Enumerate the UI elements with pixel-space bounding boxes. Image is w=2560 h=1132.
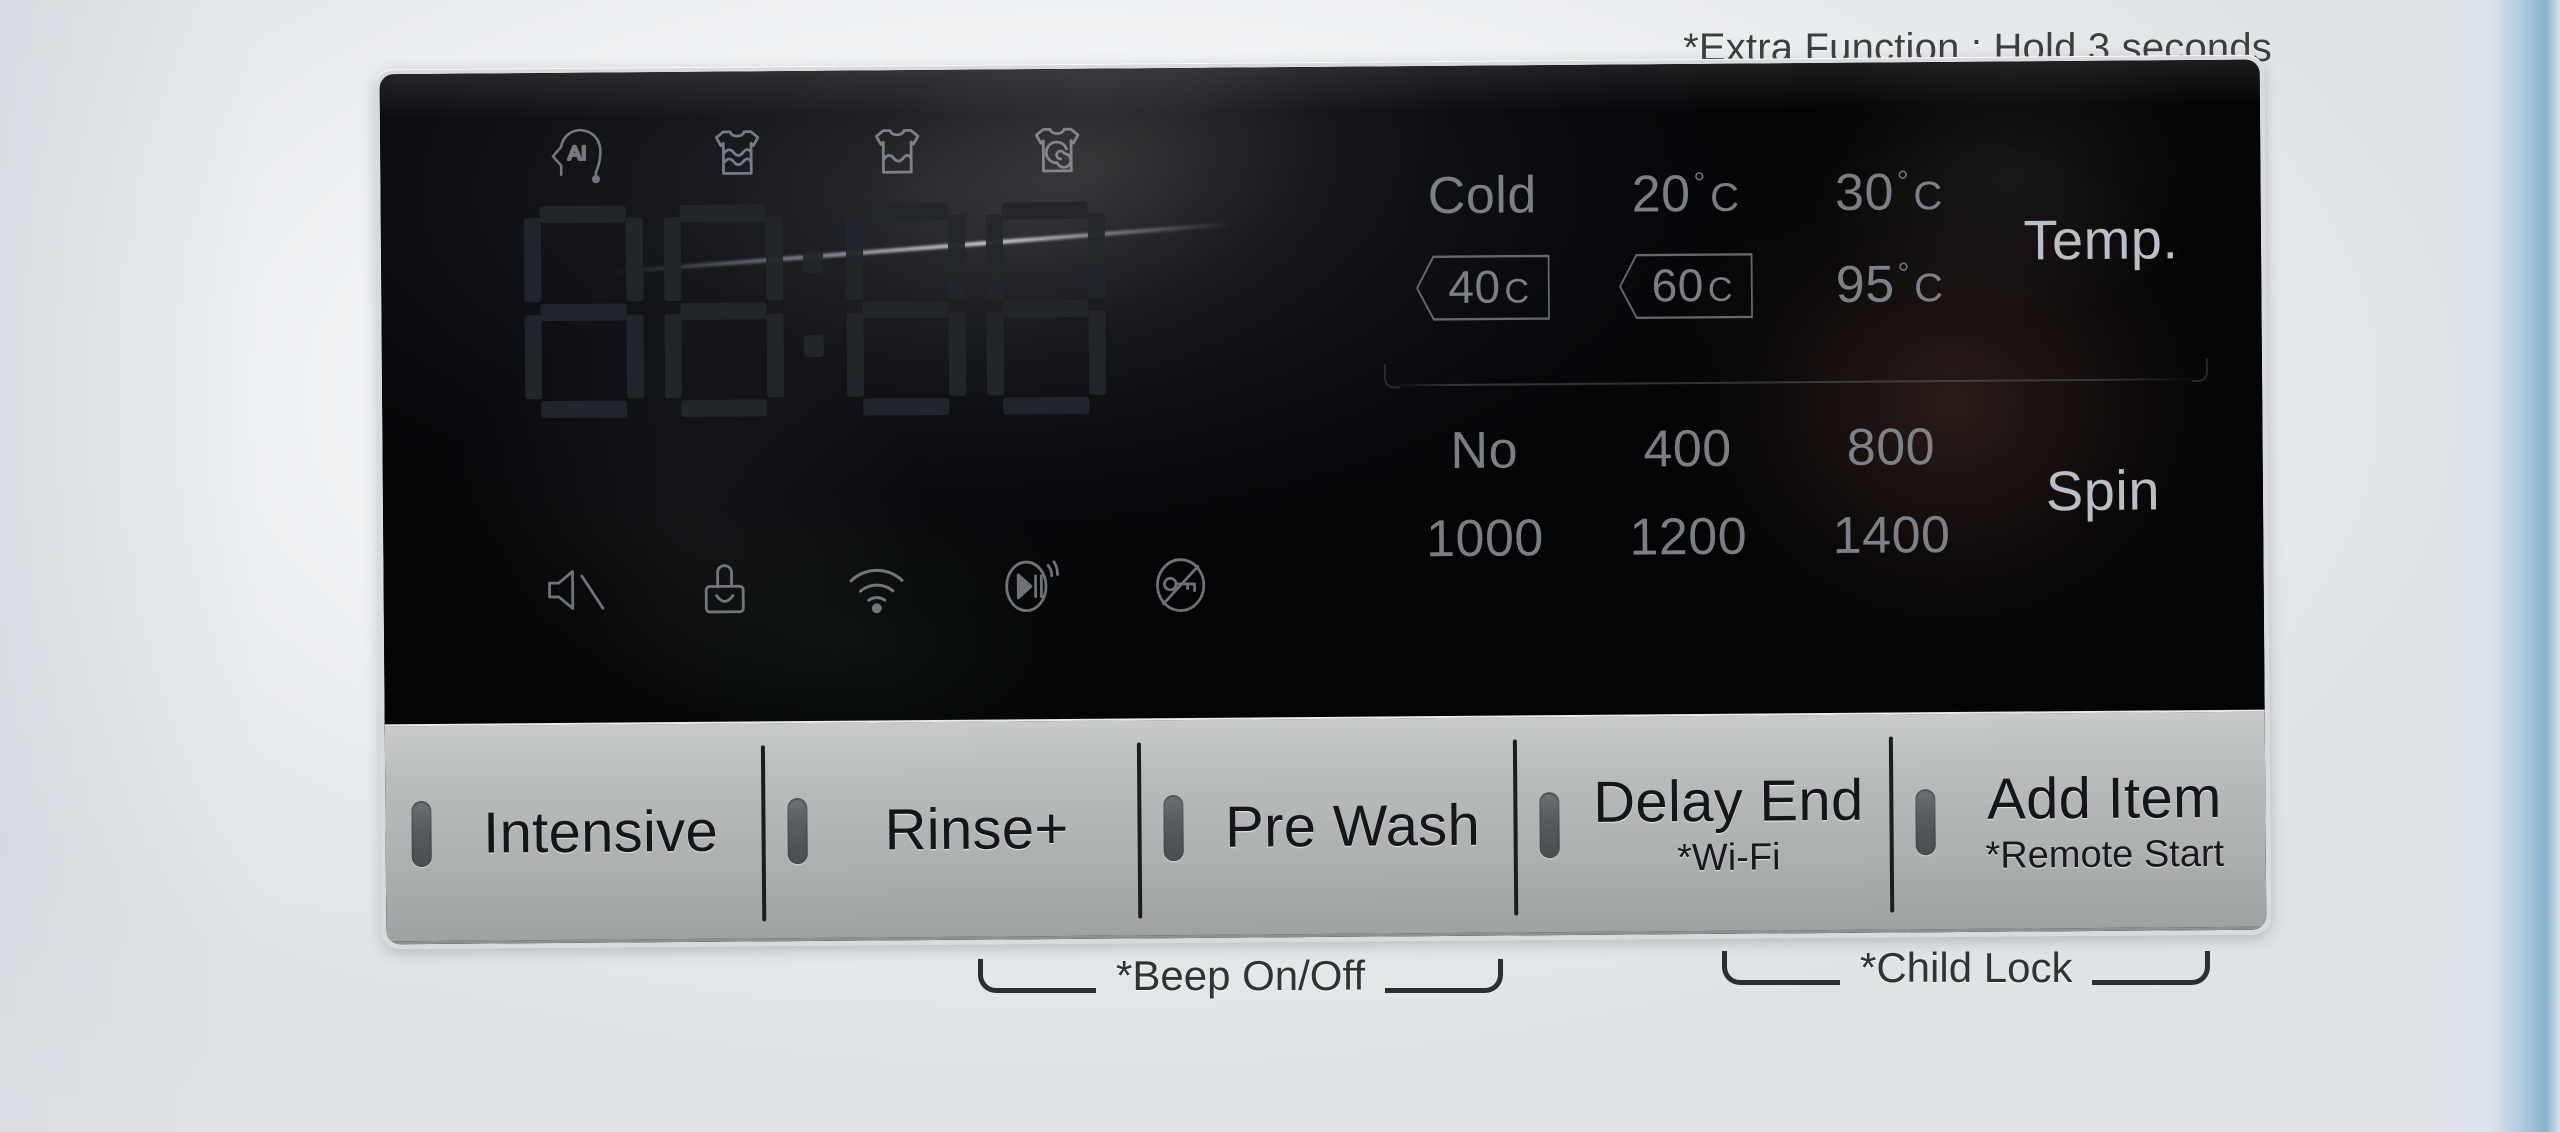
- delay-end-sublabel: *Wi-Fi: [1676, 835, 1781, 879]
- temperature-options: Cold 20 ° C 30 ° C 40 C 60 C 95 ° C: [1380, 162, 1991, 323]
- add-item-button-text: Add Item *Remote Start: [1961, 763, 2266, 877]
- intensive-button-text: Intensive: [457, 797, 762, 866]
- temp-option-60c-eco[interactable]: 60 C: [1617, 252, 1755, 321]
- washing-machine-body: *Extra Function : Hold 3 seconds AI Cold…: [0, 0, 2560, 1132]
- intensive-led-icon: [411, 800, 432, 867]
- spin-option-label: 1200: [1629, 507, 1748, 567]
- temp-section-label[interactable]: Temp.: [1991, 206, 2212, 273]
- ai-icon: AI: [540, 117, 615, 192]
- intensive-button[interactable]: Intensive: [385, 723, 763, 941]
- add-item-led-icon: [1915, 788, 1936, 855]
- control-console: AI Cold 20 ° C 30 ° C 40 C 60 C 95 ° C T…: [374, 54, 2272, 950]
- temp-option-95c[interactable]: 95 ° C: [1836, 254, 1944, 315]
- spin-option-no[interactable]: No: [1450, 420, 1518, 481]
- temp-unit: C: [1709, 175, 1740, 220]
- temp-option-label: 30: [1834, 163, 1895, 222]
- no-key-icon: [1143, 548, 1218, 623]
- rinse-shirt-icon: [860, 114, 935, 189]
- temperature-section: Cold 20 ° C 30 ° C 40 C 60 C 95 ° C Temp…: [1380, 112, 2212, 371]
- temp-unit: C: [1504, 272, 1530, 311]
- remote-start-icon: [991, 549, 1066, 624]
- mute-icon: [535, 553, 610, 628]
- console-inner: AI Cold 20 ° C 30 ° C 40 C 60 C 95 ° C T…: [379, 59, 2267, 945]
- function-button-strip: Intensive Rinse+ Pre Wash Delay End *Wi-…: [384, 709, 2267, 945]
- clock-colon: [799, 199, 831, 421]
- temp-option-label: 95: [1835, 255, 1895, 314]
- clock-digit: [981, 197, 1111, 420]
- temp-option-label: Cold: [1427, 166, 1537, 226]
- temp-option-label: 40: [1448, 260, 1501, 314]
- temp-unit: C: [1913, 266, 1944, 311]
- beep-on-off-label: *Beep On/Off: [1116, 952, 1366, 999]
- delay-end-led-icon: [1539, 791, 1560, 858]
- display-left-cluster: AI: [492, 67, 1327, 733]
- temp-option-label: 20: [1631, 165, 1691, 224]
- svg-text:AI: AI: [568, 143, 587, 165]
- spin-option-label: 1400: [1832, 506, 1951, 565]
- delay-end-button-text: Delay End *Wi-Fi: [1585, 766, 1890, 880]
- seven-segment-clock: [519, 197, 1111, 424]
- rinse-plus-led-icon: [787, 797, 808, 864]
- beep-on-off-annotation: *Beep On/Off: [978, 952, 1504, 1000]
- child-lock-icon: [687, 551, 762, 626]
- clock-digit: [659, 199, 789, 422]
- body-right-edge: [2440, 0, 2560, 1132]
- intensive-label: Intensive: [482, 798, 719, 866]
- bracket-right-icon: [2092, 951, 2211, 985]
- temp-unit: C: [1707, 270, 1734, 309]
- temp-option-40c-eco[interactable]: 40 C: [1414, 253, 1552, 322]
- wifi-icon: [839, 550, 914, 625]
- status-icon-row-bottom: [535, 548, 1218, 627]
- child-lock-label: *Child Lock: [1860, 944, 2073, 991]
- rinse-plus-label: Rinse+: [884, 796, 1069, 863]
- spin-shirt-icon: [1020, 113, 1095, 188]
- clock-digit: [519, 200, 649, 423]
- body-left-shading: [0, 0, 260, 1132]
- spin-option-800[interactable]: 800: [1847, 417, 1936, 478]
- pre-wash-led-icon: [1163, 794, 1184, 861]
- spin-option-1200[interactable]: 1200: [1629, 507, 1747, 568]
- pre-wash-button-text: Pre Wash: [1209, 792, 1514, 861]
- add-item-sublabel: *Remote Start: [1985, 832, 2225, 877]
- spin-options: No 400 800 1000 1200 1400: [1382, 417, 1993, 570]
- spin-section: No 400 800 1000 1200 1400 Spin: [1382, 364, 2214, 621]
- display-glass: AI Cold 20 ° C 30 ° C 40 C 60 C 95 ° C T…: [379, 59, 2265, 735]
- spin-option-label: No: [1450, 421, 1519, 480]
- bracket-left-icon: [978, 959, 1096, 993]
- option-panel: Cold 20 ° C 30 ° C 40 C 60 C 95 ° C Temp…: [1380, 112, 2214, 679]
- degree-symbol: °: [1896, 165, 1910, 199]
- degree-symbol: °: [1693, 166, 1707, 201]
- delay-end-label: Delay End: [1592, 767, 1864, 835]
- spin-option-400[interactable]: 400: [1643, 419, 1732, 480]
- spin-option-1000[interactable]: 1000: [1426, 508, 1544, 569]
- degree-symbol: °: [1897, 257, 1911, 291]
- clock-digit: [841, 198, 971, 421]
- pre-wash-button[interactable]: Pre Wash: [1137, 718, 1515, 936]
- rinse-plus-button-text: Rinse+: [833, 794, 1138, 863]
- add-item-label: Add Item: [1986, 764, 2222, 832]
- add-item-button[interactable]: Add Item *Remote Start: [1889, 712, 2267, 930]
- child-lock-annotation: *Child Lock: [1722, 944, 2211, 992]
- spin-option-label: 800: [1846, 418, 1936, 477]
- bracket-right-icon: [1385, 959, 1504, 993]
- temp-option-label: 60: [1651, 259, 1705, 312]
- bracket-left-icon: [1722, 951, 1840, 985]
- temp-unit: C: [1913, 174, 1943, 219]
- temp-option-cold[interactable]: Cold: [1428, 165, 1537, 226]
- temp-option-20c[interactable]: 20 ° C: [1631, 164, 1739, 225]
- spin-option-label: 1000: [1425, 509, 1545, 569]
- temp-option-30c[interactable]: 30 ° C: [1835, 162, 1943, 223]
- spin-option-1400[interactable]: 1400: [1833, 505, 1951, 566]
- spin-section-label[interactable]: Spin: [1993, 457, 2214, 524]
- wash-shirt-icon: [700, 115, 775, 190]
- spin-option-label: 400: [1643, 419, 1732, 479]
- status-icon-row-top: AI: [540, 113, 1095, 191]
- rinse-plus-button[interactable]: Rinse+: [761, 720, 1139, 938]
- delay-end-button[interactable]: Delay End *Wi-Fi: [1513, 715, 1891, 933]
- pre-wash-label: Pre Wash: [1224, 792, 1481, 860]
